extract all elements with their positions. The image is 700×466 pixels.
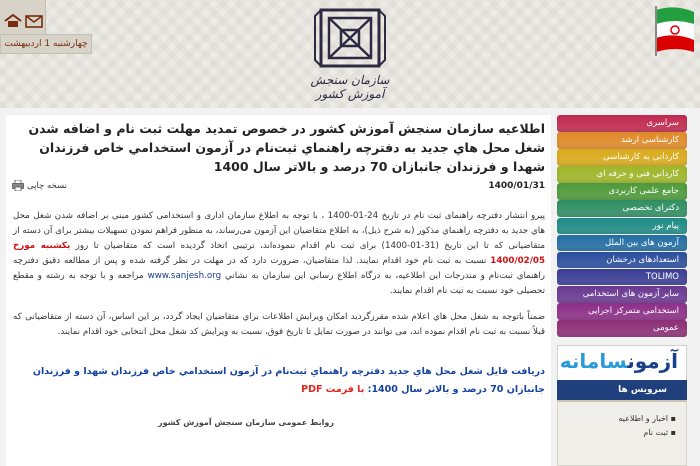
menu-item-8[interactable]: استعدادهای درخشان	[557, 251, 687, 269]
menu-item-1[interactable]: کارشناسی ارشد	[557, 132, 687, 149]
flag-icon	[655, 6, 694, 56]
download-file-link[interactable]: دريافت فایل شغل محل هاي جديد دفترچه راهن…	[13, 363, 545, 399]
public-relations-signature: روابط عمومی سازمان سنجش آموزش کشور	[158, 418, 334, 427]
category-menu: سراسری کارشناسی ارشد کاردانی به کارشناسی کا…	[557, 115, 687, 337]
home-icon[interactable]	[4, 14, 22, 28]
menu-item-2[interactable]: کاردانی به کارشناسی	[557, 149, 687, 166]
menu-item-3[interactable]: کاردانی فنی و حرفه ای	[557, 166, 687, 183]
service-link-registration-label: ثبت نام	[643, 428, 669, 437]
print-version-link[interactable]: نسخه چاپی	[12, 180, 67, 191]
banner-text: آزمونسامانه	[560, 349, 678, 373]
sanjesh-logo-icon[interactable]	[313, 6, 387, 70]
azmoon-samaneh-banner[interactable]: آزمونسامانه	[557, 345, 687, 381]
service-link-news[interactable]: ▪ اخبار و اطلاعیه	[558, 412, 686, 426]
banner-text-part1: آزمون	[627, 349, 678, 373]
article-date: 1400/01/31	[488, 181, 545, 191]
menu-item-4[interactable]: جامع علمی کاربردی	[557, 183, 687, 200]
mail-icon[interactable]	[25, 14, 43, 28]
menu-item-5[interactable]: دکترای تخصصی	[557, 200, 687, 218]
service-link-news-label: اخبار و اطلاعیه	[618, 414, 669, 423]
printer-icon	[12, 180, 24, 191]
services-list: ▪ اخبار و اطلاعیه ▪ ثبت نام	[557, 400, 687, 466]
sanjesh-website-link[interactable]: www.sanjesh.org	[148, 271, 221, 281]
service-link-registration[interactable]: ▪ ثبت نام	[558, 426, 686, 440]
print-label: نسخه چاپی	[27, 180, 67, 191]
banner-text-part2: سامانه	[559, 349, 628, 373]
menu-item-12[interactable]: عمومی	[557, 320, 687, 337]
menu-item-11[interactable]: استخدامی متمرکز اجرایی	[557, 303, 687, 320]
pdf-format-link[interactable]: با فرمت PDF	[301, 384, 364, 395]
menu-item-6[interactable]: پیام نور	[557, 217, 687, 235]
services-heading: سرویس ها	[557, 380, 687, 400]
current-date: چهارشنبه 1 اردیبهشت	[0, 34, 92, 54]
logo-text: سازمان سنجش آموزش کشور	[310, 73, 390, 101]
download-text: دريافت فایل شغل محل هاي جديد دفترچه راهن…	[32, 366, 545, 395]
para1-text-a: پیرو انتشار دفترچه راهنمای ثبت نام در تا…	[13, 211, 545, 251]
article-paragraph-2: ضمناً باتوجه به شغل محل هاي اعلام شده مق…	[13, 312, 545, 337]
menu-item-0[interactable]: سراسری	[557, 115, 687, 132]
menu-item-7[interactable]: آزمون های بین الملل	[557, 234, 687, 252]
article-paragraph-1: پیرو انتشار دفترچه راهنمای ثبت نام در تا…	[13, 209, 545, 299]
menu-item-9[interactable]: TOLIMO	[557, 268, 687, 286]
article-title: اطلاعیه سازمان سنجش آموزش کشور در خصوص ت…	[28, 121, 545, 174]
menu-item-10[interactable]: سایر آزمون های استخدامی	[557, 285, 687, 303]
article-content: اطلاعیه سازمان سنجش آموزش کشور در خصوص ت…	[6, 115, 551, 466]
site-header: چهارشنبه 1 اردیبهشت سازمان سنجش آموزش کش…	[0, 0, 700, 108]
